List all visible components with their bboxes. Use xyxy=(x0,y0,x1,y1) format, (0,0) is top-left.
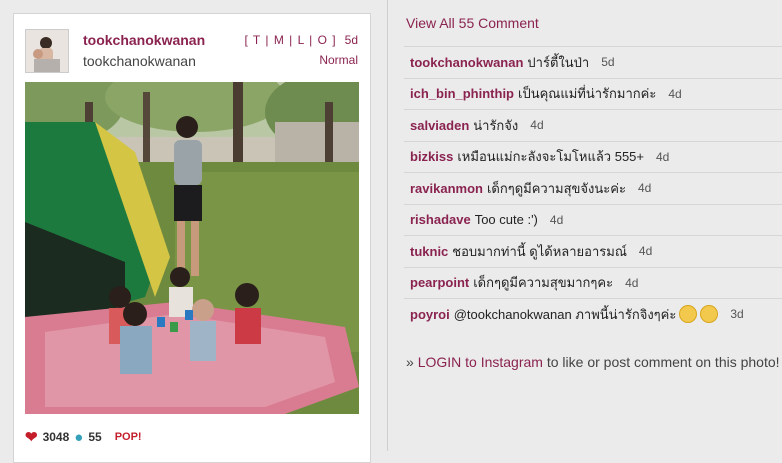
comment-text: @tookchanokwanan ภาพนี้น่ารักจิงๆค่ะ xyxy=(453,306,677,322)
comment-item: pearpoint เด็กๆดูมีความสุขมากๆคะ 4d xyxy=(404,266,782,299)
comment-item: ravikanmon เด็กๆดูมีความสุขจังนะค่ะ 4d xyxy=(404,172,782,204)
heart-icon[interactable]: ❤ xyxy=(25,428,38,446)
pop-badge: POP! xyxy=(114,431,142,443)
comment-text: Too cute :') xyxy=(474,212,538,228)
comment-item: tuknic ชอบมากท่านี้ ดูได้หลายอารมณ์ 4d xyxy=(404,235,782,267)
comment-text: น่ารักจัง xyxy=(473,117,519,133)
filter-label: Normal xyxy=(319,53,358,67)
column-divider xyxy=(387,0,388,451)
login-prefix: » xyxy=(406,354,418,370)
comment-text: ชอบมากท่านี้ ดูได้หลายอารมณ์ xyxy=(452,243,627,259)
comment-age: 3d xyxy=(730,307,744,322)
comment-username[interactable]: rishadave xyxy=(410,212,471,227)
comment-age: 4d xyxy=(656,149,670,164)
smirk-emoji-icon xyxy=(679,305,698,324)
likes-count: 3048 xyxy=(42,430,70,444)
comment-username[interactable]: bizkiss xyxy=(410,149,453,164)
login-suffix: to like or post comment on this photo! xyxy=(542,354,780,370)
comment-username[interactable]: ich_bin_phinthip xyxy=(410,86,514,101)
comment-item: ich_bin_phinthip เป็นคุณแม่ที่น่ารักมากค… xyxy=(404,77,782,110)
comment-username[interactable]: tookchanokwanan xyxy=(410,55,523,70)
comment-item: tookchanokwanan ปาร์ตี้ในป่า 5d xyxy=(404,46,782,78)
comment-text: เหมือนแม่กะลังจะโมโหแล้ว 555+ xyxy=(457,149,644,165)
speech-bubble-icon[interactable]: ● xyxy=(74,429,83,446)
avatar[interactable] xyxy=(25,29,69,73)
comment-age: 5d xyxy=(601,55,615,70)
comment-username[interactable]: ravikanmon xyxy=(410,181,483,196)
post-username[interactable]: tookchanokwanan xyxy=(83,32,205,48)
comment-list: tookchanokwanan ปาร์ตี้ในป่า 5d ich_bin_… xyxy=(404,46,782,330)
post-handle: tookchanokwanan xyxy=(83,53,196,69)
comment-age: 4d xyxy=(625,275,639,290)
comment-age: 4d xyxy=(668,86,682,101)
comment-item: poyroi @tookchanokwanan ภาพนี้น่ารักจิงๆ… xyxy=(404,298,782,330)
view-size-options[interactable]: [ T | M | L | O ] xyxy=(244,33,336,47)
comment-age: 4d xyxy=(638,244,653,259)
comments-count: 55 xyxy=(88,430,102,444)
smirk-emoji-icon xyxy=(700,305,719,324)
comment-username[interactable]: salviaden xyxy=(410,118,469,133)
comment-item: salviaden น่ารักจัง 4d xyxy=(404,109,782,141)
comment-age: 4d xyxy=(637,181,652,196)
comment-item: bizkiss เหมือนแม่กะลังจะโมโหแล้ว 555+ 4d xyxy=(404,140,782,173)
view-all-comments-link[interactable]: View All 55 Comment xyxy=(406,15,539,31)
comment-age: 4d xyxy=(549,212,564,227)
login-prompt: » LOGIN to Instagram to like or post com… xyxy=(406,354,780,370)
post-card: tookchanokwanan tookchanokwanan [ T | M … xyxy=(13,13,371,463)
comment-text: เด็กๆดูมีความสุขมากๆคะ xyxy=(473,275,614,291)
comment-age: 4d xyxy=(530,118,544,133)
comment-text: เด็กๆดูมีความสุขจังนะค่ะ xyxy=(486,180,626,196)
comment-item: rishadave Too cute :') 4d xyxy=(404,203,782,236)
comment-username[interactable]: pearpoint xyxy=(410,275,469,290)
post-age: 5d xyxy=(344,33,358,47)
comment-text: ปาร์ตี้ในป่า xyxy=(527,54,590,70)
post-photo[interactable] xyxy=(25,82,359,414)
comment-text: เป็นคุณแม่ที่น่ารักมากค่ะ xyxy=(518,86,657,102)
post-stats: ❤ 3048 ● 55 POP! xyxy=(25,428,142,447)
view-size-links[interactable]: [ T | M | L | O ] 5d xyxy=(244,33,358,47)
comment-username[interactable]: tuknic xyxy=(410,244,448,259)
login-link[interactable]: LOGIN to Instagram xyxy=(418,354,543,370)
comment-username[interactable]: poyroi xyxy=(410,307,450,322)
